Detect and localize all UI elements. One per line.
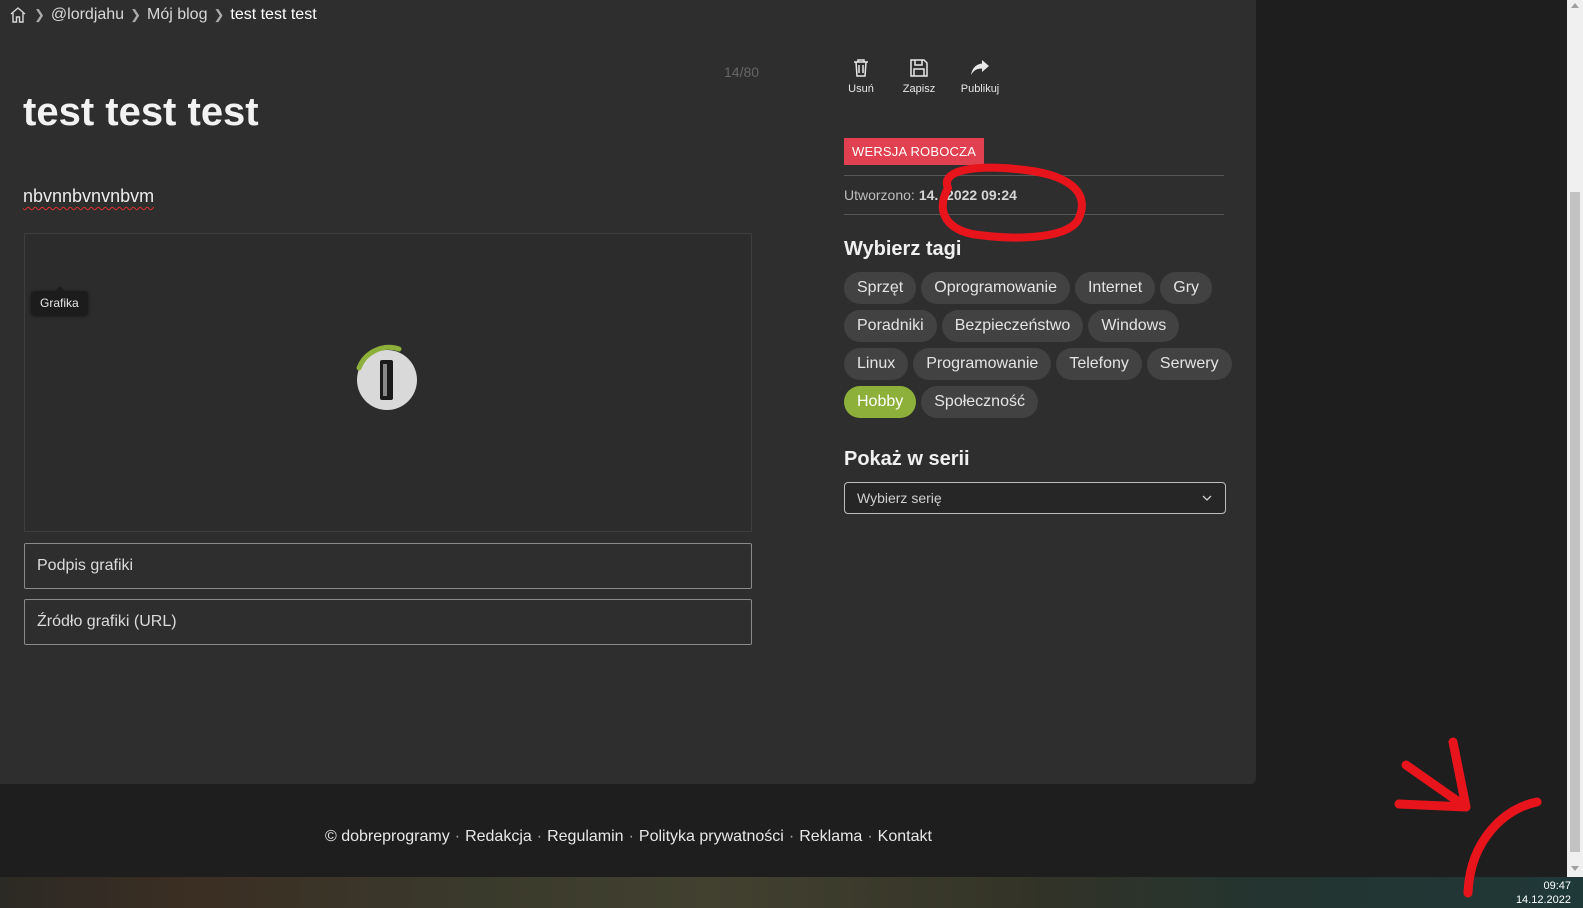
editor-panel: ❯ @lordjahu ❯ Mój blog ❯ test test test …	[0, 0, 1256, 784]
chevron-right-icon: ❯	[130, 7, 141, 22]
loading-spinner-icon	[356, 344, 417, 410]
post-lead-text[interactable]: nbvnnbvnvnbvm	[23, 186, 154, 207]
image-caption-input[interactable]: Podpis grafiki	[24, 543, 752, 589]
tag-chip[interactable]: Gry	[1160, 272, 1213, 304]
red-arrow-annotation	[1394, 737, 1471, 812]
scrollbar[interactable]	[1567, 0, 1583, 877]
scroll-up-arrow-icon[interactable]	[1571, 3, 1579, 8]
home-icon[interactable]	[8, 5, 28, 25]
taskbar: 09:47 14.12.2022	[0, 877, 1583, 908]
footer-separator: ·	[628, 828, 634, 845]
footer-link[interactable]: Regulamin	[547, 828, 623, 846]
scroll-down-arrow-icon[interactable]	[1571, 866, 1579, 871]
tag-chip[interactable]: Poradniki	[844, 310, 937, 342]
save-icon	[910, 59, 928, 77]
clock-date: 14.12.2022	[1515, 894, 1571, 906]
breadcrumb-current: test test test	[230, 6, 317, 23]
breadcrumb: ❯ @lordjahu ❯ Mój blog ❯ test test test	[8, 4, 317, 26]
footer-links: © dobreprogramy · Redakcja · Regulamin · Polit…	[325, 828, 932, 846]
footer-separator: ·	[867, 828, 873, 845]
save-button[interactable]: Zapisz	[900, 56, 938, 95]
tag-chip[interactable]: Oprogramowanie	[921, 272, 1070, 304]
series-heading: Pokaż w serii	[844, 448, 970, 470]
tag-chip[interactable]: Windows	[1088, 310, 1180, 342]
footer-link[interactable]: Reklama	[799, 828, 862, 846]
breadcrumb-item-blog[interactable]: Mój blog	[147, 6, 207, 24]
tag-chip[interactable]: Internet	[1074, 272, 1156, 304]
post-toolbar: Usuń Zapisz Publikuj	[842, 56, 1002, 95]
series-select[interactable]: Wybierz serię	[844, 482, 1226, 514]
publish-button[interactable]: Publikuj	[958, 56, 1002, 95]
chevron-right-icon: ❯	[34, 7, 45, 22]
tag-chip[interactable]: Społeczność	[921, 386, 1038, 418]
created-value: 14. .2022 09:24	[918, 187, 1017, 203]
tag-chip[interactable]: Sprzęt	[844, 272, 917, 304]
image-tooltip: Grafika	[31, 286, 88, 315]
scroll-thumb[interactable]	[1570, 192, 1580, 852]
tag-chip[interactable]: Telefony	[1056, 348, 1142, 380]
tag-chip[interactable]: Hobby	[844, 386, 917, 418]
footer-link[interactable]: Redakcja	[465, 828, 532, 846]
delete-label: Usuń	[848, 83, 874, 95]
footer-link[interactable]: Kontakt	[878, 828, 932, 846]
divider	[844, 175, 1224, 176]
trash-icon	[854, 59, 868, 77]
publish-label: Publikuj	[960, 83, 1000, 95]
chevron-right-icon: ❯	[213, 7, 225, 22]
created-label: Utworzono:	[844, 187, 915, 203]
share-arrow-icon	[971, 60, 989, 75]
chevron-down-icon	[1202, 495, 1212, 501]
tags-heading: Wybierz tagi	[844, 238, 962, 260]
save-label: Zapisz	[902, 83, 936, 95]
tag-chip[interactable]: Linux	[844, 348, 909, 380]
tag-chip[interactable]: Programowanie	[913, 348, 1052, 380]
image-source-input[interactable]: Źródło grafiki (URL)	[24, 599, 752, 645]
series-select-value: Wybierz serię	[857, 490, 942, 506]
clock-time: 09:47	[1543, 880, 1571, 892]
footer-separator: ·	[454, 828, 461, 845]
footer-separator: ·	[536, 828, 543, 845]
divider	[844, 214, 1224, 215]
breadcrumb-item-user[interactable]: @lordjahu	[51, 6, 124, 24]
status-badge: WERSJA ROBOCZA	[844, 138, 985, 165]
post-title[interactable]: test test test	[23, 90, 259, 135]
image-dropzone[interactable]: Grafika	[24, 233, 752, 532]
footer-link[interactable]: Polityka prywatności	[639, 828, 784, 846]
tag-chip[interactable]: Serwery	[1146, 348, 1232, 380]
taskbar-clock[interactable]: 09:47 14.12.2022	[1516, 879, 1571, 907]
created-date: Utworzono: 14. .2022 09:24	[844, 187, 1017, 203]
title-char-counter: 14/80	[724, 64, 760, 80]
delete-button[interactable]: Usuń	[842, 56, 880, 95]
footer-copyright: © dobreprogramy	[325, 828, 450, 845]
tag-chip[interactable]: Bezpieczeństwo	[941, 310, 1084, 342]
tag-list: Sprzęt Oprogramowanie Internet Gry Poradniki…	[844, 272, 1234, 418]
footer-separator: ·	[788, 828, 795, 845]
